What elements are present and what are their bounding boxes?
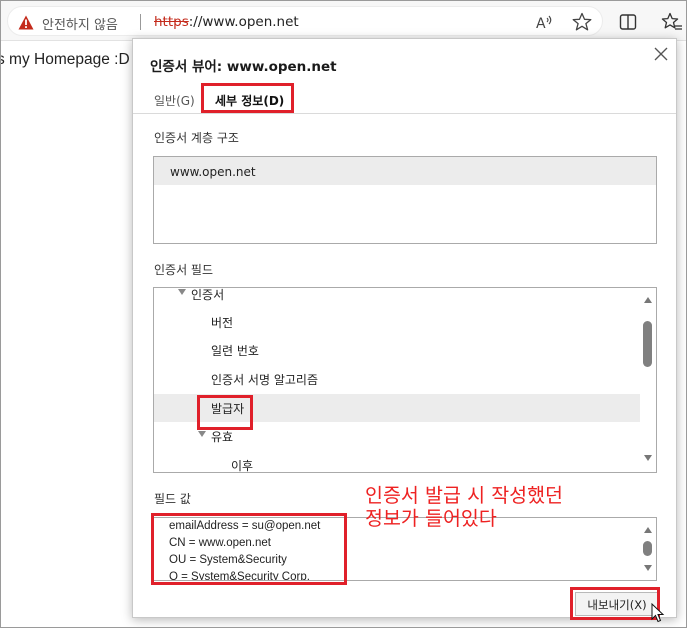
warning-icon[interactable] xyxy=(18,15,34,30)
highlight-box-export xyxy=(570,587,660,620)
tree-item-label: 인증서 서명 알고리즘 xyxy=(211,373,318,387)
security-status-text[interactable]: 안전하지 않음 xyxy=(42,14,118,33)
scroll-thumb[interactable] xyxy=(643,321,652,367)
tree-item-label: 인증서 xyxy=(191,288,225,302)
highlight-box-field-values xyxy=(151,513,347,585)
hierarchy-item[interactable]: www.open.net xyxy=(154,157,656,185)
url-field[interactable]: 안전하지 않음 https://www.open.net A xyxy=(7,6,603,36)
scroll-down-arrow-icon[interactable] xyxy=(643,564,653,572)
close-icon[interactable] xyxy=(653,46,669,62)
field-value-label: 필드 값 xyxy=(154,492,191,506)
certificate-fields-tree[interactable]: 인증서 버전 일련 번호 인증서 서명 알고리즘 발급자 유효 이후 xyxy=(153,287,657,473)
url-host: ://www.open.net xyxy=(188,14,299,30)
address-bar: 안전하지 않음 https://www.open.net A xyxy=(1,1,686,41)
mouse-cursor-icon xyxy=(651,603,665,623)
favorite-star-icon[interactable] xyxy=(572,12,592,32)
tree-item-serial-number[interactable]: 일련 번호 xyxy=(154,336,640,364)
url-scheme: https xyxy=(154,14,189,30)
tree-item-version[interactable]: 버전 xyxy=(154,308,640,336)
highlight-box-details-tab xyxy=(201,83,294,113)
scroll-up-arrow-icon[interactable] xyxy=(643,526,653,534)
tree-item-label: 유효 xyxy=(211,430,234,444)
svg-text:A: A xyxy=(536,16,546,31)
dialog-title: 인증서 뷰어: www.open.net xyxy=(150,59,337,75)
scroll-down-arrow-icon[interactable] xyxy=(643,454,653,462)
favorites-icon[interactable] xyxy=(661,12,683,32)
tree-item-certificate[interactable]: 인증서 xyxy=(154,288,640,308)
browser-window: 안전하지 않음 https://www.open.net A s my Home… xyxy=(0,0,687,628)
value-scrollbar[interactable] xyxy=(640,518,656,580)
scroll-up-arrow-icon[interactable] xyxy=(643,296,653,304)
tab-divider xyxy=(133,113,676,114)
fields-label: 인증서 필드 xyxy=(154,263,214,277)
fields-scrollbar[interactable] xyxy=(640,288,656,472)
split-screen-icon[interactable] xyxy=(619,13,637,31)
page-content-text: s my Homepage :D xyxy=(0,51,130,68)
caret-down-icon[interactable] xyxy=(177,288,187,296)
hierarchy-label: 인증서 계층 구조 xyxy=(154,131,239,145)
url-text[interactable]: https://www.open.net xyxy=(154,14,299,30)
highlight-box-issuer xyxy=(197,395,253,430)
tree-item-label: 이후 xyxy=(231,459,254,473)
tree-item-not-before[interactable]: 이후 xyxy=(154,451,640,473)
certificate-hierarchy-list[interactable]: www.open.net xyxy=(153,156,657,244)
address-separator xyxy=(140,14,141,30)
read-aloud-icon[interactable]: A xyxy=(535,13,553,31)
annotation-text: 인증서 발급 시 작성했던 정보가 들어있다 xyxy=(365,484,563,530)
scroll-thumb[interactable] xyxy=(643,541,652,556)
tree-item-signature-algorithm[interactable]: 인증서 서명 알고리즘 xyxy=(154,365,640,393)
tree-item-label: 버전 xyxy=(211,316,234,330)
tree-item-label: 일련 번호 xyxy=(211,344,259,358)
caret-down-icon[interactable] xyxy=(197,430,207,438)
tab-general[interactable]: 일반(G) xyxy=(154,92,195,109)
